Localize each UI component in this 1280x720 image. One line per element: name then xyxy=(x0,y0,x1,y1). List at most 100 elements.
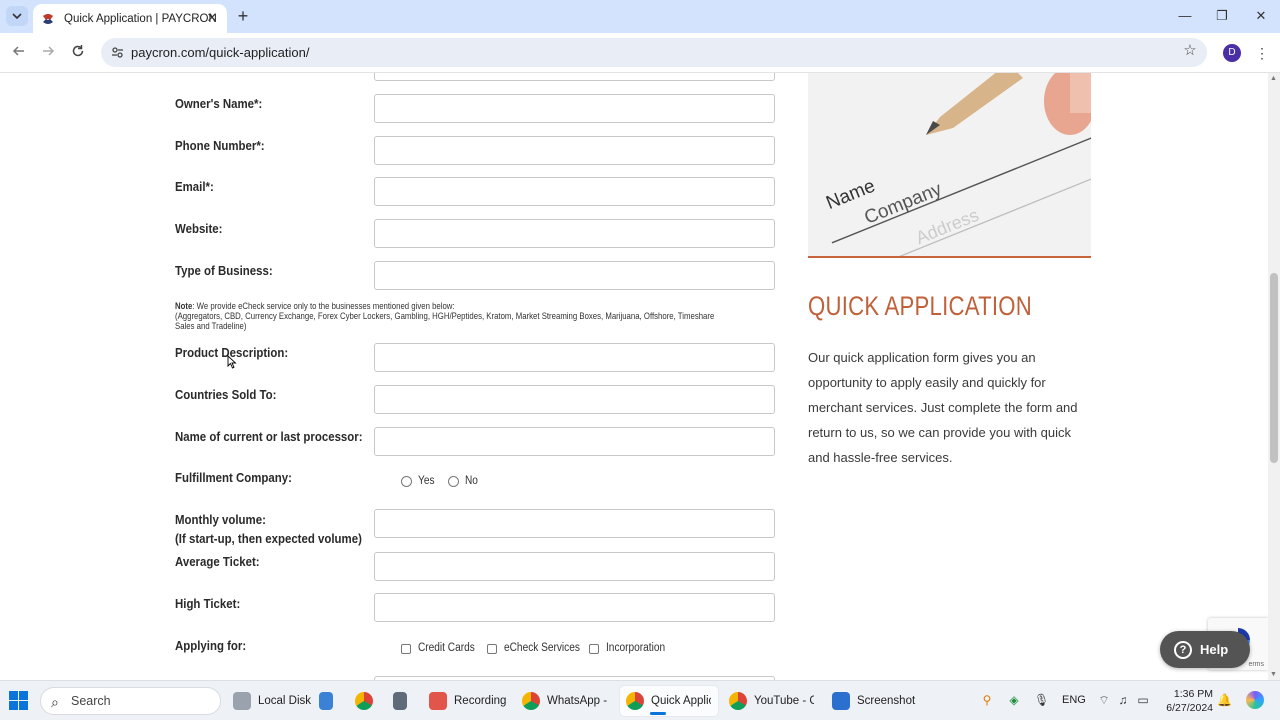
phone-number-input[interactable] xyxy=(374,136,775,165)
fulfillment-company-label: Fulfillment Company: xyxy=(175,470,292,485)
browser-tab-bar: Quick Application | PAYCRON ✕ + — ❐ ✕ xyxy=(0,0,1280,33)
chrome-icon xyxy=(729,692,747,710)
taskbar-app-label: Screenshot 20 xyxy=(857,695,917,707)
owners-name-label: Owner's Name*: xyxy=(175,96,263,111)
type-of-business-input[interactable] xyxy=(374,261,775,290)
language-indicator[interactable]: ENG xyxy=(1062,694,1086,706)
taskbar-app-notepad[interactable] xyxy=(319,686,333,716)
tab-title: Quick Application | PAYCRON xyxy=(64,12,217,25)
security-shield-icon[interactable]: ◈ xyxy=(1007,693,1021,707)
address-bar[interactable]: paycron.com/quick-application/ xyxy=(101,38,1207,67)
profile-avatar[interactable]: D xyxy=(1223,44,1241,62)
page-viewport: Owner's Name*: Phone Number*: Email*: We… xyxy=(0,73,1268,680)
notification-bell-icon[interactable]: 🔔 xyxy=(1217,693,1232,707)
chrome-icon xyxy=(355,692,373,710)
high-ticket-input[interactable] xyxy=(374,593,775,622)
taskbar-app-whatsapp[interactable]: WhatsApp - G xyxy=(522,686,607,716)
tab-close-icon[interactable]: ✕ xyxy=(205,11,219,25)
search-tray-icon[interactable]: ⚲ xyxy=(980,693,994,707)
back-arrow-icon[interactable] xyxy=(10,44,28,62)
monthly-volume-input[interactable] xyxy=(374,509,775,538)
website-input[interactable] xyxy=(374,219,775,248)
window-minimize-button[interactable]: — xyxy=(1177,8,1193,24)
website-label: Website: xyxy=(175,221,223,236)
email-label: Email*: xyxy=(175,179,214,194)
taskbar-app-chrome[interactable] xyxy=(355,686,373,716)
bookmark-star-icon[interactable]: ☆ xyxy=(1182,43,1198,59)
drive-icon xyxy=(233,692,251,710)
volume-icon[interactable]: ♫ xyxy=(1116,693,1130,707)
screenshot-icon xyxy=(832,692,850,710)
new-tab-button[interactable]: + xyxy=(234,7,252,25)
url-text: paycron.com/quick-application/ xyxy=(131,45,310,60)
help-question-icon: ? xyxy=(1174,640,1192,659)
previous-field-input[interactable] xyxy=(374,73,775,81)
taskbar-app-local-disk[interactable]: Local Disk xyxy=(233,686,311,716)
credit-cards-checkbox[interactable] xyxy=(401,644,411,654)
scroll-thumb[interactable] xyxy=(1270,273,1278,463)
windows-start-icon[interactable] xyxy=(9,691,28,710)
taskbar-app-label: Quick Applica xyxy=(651,695,711,707)
product-description-input[interactable] xyxy=(374,343,775,372)
taskbar-app-label: YouTube - Go xyxy=(754,695,814,707)
taskbar-search-box[interactable]: ⌕ Search xyxy=(40,687,221,715)
search-icon: ⌕ xyxy=(51,694,59,710)
echeck-services-label: eCheck Services xyxy=(504,642,580,654)
taskbar-app-recording[interactable]: Recording xyxy=(429,686,506,716)
taskbar-app-quick-application[interactable]: Quick Applica xyxy=(620,686,718,716)
taskbar-app-label: WhatsApp - G xyxy=(547,695,607,707)
taskbar-app-screenshot[interactable]: Screenshot 20 xyxy=(832,686,917,716)
help-button[interactable]: ? Help xyxy=(1160,631,1250,668)
monthly-volume-sublabel: (If start-up, then expected volume) xyxy=(175,531,362,546)
taskbar-search-placeholder: Search xyxy=(71,694,111,708)
current-processor-input[interactable] xyxy=(374,427,775,456)
type-of-business-label: Type of Business: xyxy=(175,263,273,278)
active-app-indicator xyxy=(650,712,666,715)
clock-time: 1:36 PM xyxy=(1173,688,1213,700)
echeck-note: Note: We provide eCheck service only to … xyxy=(175,302,716,332)
incorporation-checkbox[interactable] xyxy=(589,644,599,654)
wifi-icon[interactable]: ⌔ xyxy=(1097,693,1111,707)
email-input[interactable] xyxy=(374,177,775,206)
fulfillment-yes-radio[interactable] xyxy=(401,476,412,487)
sidebar-title: QUICK APPLICATION xyxy=(808,291,1033,321)
countries-sold-to-input[interactable] xyxy=(374,385,775,414)
average-ticket-input[interactable] xyxy=(374,552,775,581)
tab-search-button[interactable] xyxy=(6,6,28,26)
recaptcha-terms[interactable]: erms xyxy=(1248,661,1264,668)
sidebar-description: Our quick application form gives you an … xyxy=(808,350,1078,465)
microphone-icon[interactable]: 🎙 xyxy=(1034,693,1049,707)
current-processor-label: Name of current or last processor: xyxy=(175,429,363,444)
scroll-down-arrow-icon[interactable]: ▼ xyxy=(1270,671,1277,678)
taskbar-app-label: Recording xyxy=(454,695,507,707)
monthly-volume-label: Monthly volume: xyxy=(175,512,266,527)
echeck-services-checkbox[interactable] xyxy=(487,644,497,654)
help-label: Help xyxy=(1200,642,1229,657)
credit-cards-label: Credit Cards xyxy=(418,642,475,654)
window-maximize-button[interactable]: ❐ xyxy=(1214,8,1230,24)
copilot-icon[interactable] xyxy=(1246,691,1264,709)
notepad-icon xyxy=(319,692,333,710)
chrome-icon xyxy=(626,692,644,710)
page-scrollbar[interactable]: ▲ ▼ xyxy=(1268,73,1280,680)
tab-quick-application[interactable]: Quick Application | PAYCRON ✕ xyxy=(33,4,227,33)
high-ticket-label: High Ticket: xyxy=(175,596,241,611)
battery-icon[interactable]: ▭ xyxy=(1136,693,1150,707)
calculator-icon xyxy=(393,692,407,710)
countries-sold-to-label: Countries Sold To: xyxy=(175,387,277,402)
taskbar-app-label: Local Disk xyxy=(258,695,312,707)
incorporation-label: Incorporation xyxy=(606,642,666,654)
chrome-icon xyxy=(522,692,540,710)
taskbar-app-youtube[interactable]: YouTube - Go xyxy=(729,686,814,716)
taskbar-clock[interactable]: 1:36 PM 6/27/2024 xyxy=(1163,687,1213,715)
window-close-button[interactable]: ✕ xyxy=(1253,8,1269,24)
forward-arrow-icon[interactable] xyxy=(39,44,57,62)
scroll-up-arrow-icon[interactable]: ▲ xyxy=(1270,75,1277,82)
site-info-icon[interactable] xyxy=(110,45,125,60)
browser-menu-icon[interactable]: ⋮ xyxy=(1255,44,1269,62)
reload-icon[interactable] xyxy=(69,44,87,62)
fulfillment-no-radio[interactable] xyxy=(448,476,459,487)
taskbar-app-calculator[interactable] xyxy=(393,686,407,716)
owners-name-input[interactable] xyxy=(374,94,775,123)
fulfillment-no-label: No xyxy=(465,475,478,487)
